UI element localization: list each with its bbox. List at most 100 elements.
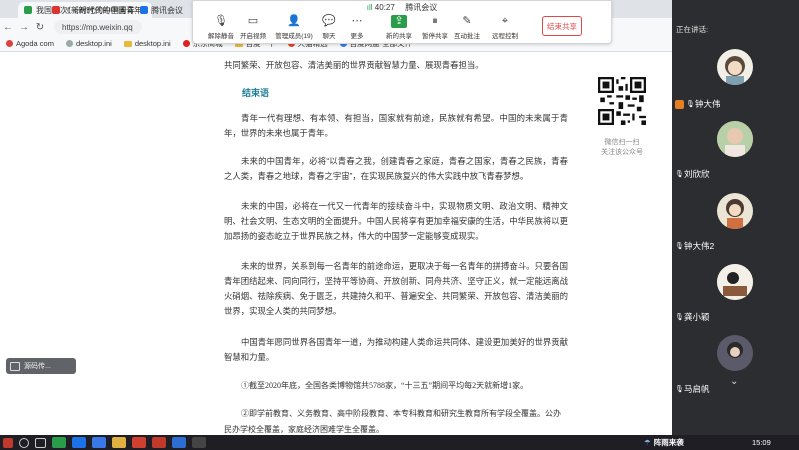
meeting-title-bar: ıll 40:27 腾讯会议 [193,2,611,13]
participant-name-text: 钟大伟 [695,99,721,109]
footnote: ①截至2020年底，全国各类博物馆共5788家，“十三五”期间平均每2天就新增1… [241,381,529,390]
weather-widget[interactable]: ☂ 阵雨来袭 [644,435,684,450]
app-icon[interactable] [152,437,166,448]
folder-icon[interactable] [112,437,126,448]
annotate-button[interactable]: ✎ 互动批注 [447,15,487,40]
back-icon[interactable]: ← [0,22,16,33]
clock[interactable]: 15:09 [752,435,771,450]
tool-label: 管理成员(19) [275,33,313,40]
bookmark-item[interactable]: desktop.ini [65,39,112,48]
signal-icon: ıll [366,3,373,12]
members-icon: 👤 [287,15,301,27]
tool-label: 聊天 [322,33,336,40]
meeting-icon [140,6,148,14]
paragraph: 未来的世界，关系到每一名青年的前途命运，更取决于每一名青年的拼搏奋斗。只要各国青… [224,261,568,316]
window-icon [10,361,20,371]
weather-icon: ☂ [644,438,651,447]
more-button[interactable]: ⋯ 更多 [337,15,377,40]
bookmark-label: Agoda com [16,39,54,48]
bookmark-label: desktop.ini [75,39,112,48]
tool-label: 更多 [350,33,364,40]
tool-label: 远程控制 [492,33,518,40]
end-share-button[interactable]: 结束共享 [542,16,582,36]
participant-name: 🎙 钟大伟2 [675,239,714,253]
participant-name: 🎙 龚小颖 [675,310,710,324]
mic-icon: 🎙 [675,170,684,178]
folder-icon [123,40,132,47]
tool-label: 新的共享 [386,33,412,40]
host-badge-icon [675,99,684,109]
bookmark-item[interactable]: Agoda com [6,39,54,48]
participant-name-text: 钟大伟2 [684,241,715,251]
tool-label: 互动批注 [454,33,480,40]
tool-label: 开启视频 [240,33,266,40]
weather-text: 阵雨来袭 [653,438,684,447]
remote-control-button[interactable]: ⌖ 远程控制 [485,15,525,40]
tab-meeting[interactable]: 腾讯会议 [140,2,190,18]
avatar[interactable] [717,335,753,371]
article-content: 共同繁荣、开放包容、清洁美丽的世界贡献智慧力量、展现青春担当。 结束语 青年一代… [0,53,672,435]
app-icon[interactable] [192,437,206,448]
task-view-icon[interactable] [35,437,46,448]
reload-icon[interactable]: ↻ [32,22,48,33]
participant-name: 🎙 刘欣欣 [675,167,710,181]
windows-taskbar: ☂ 阵雨来袭 15:09 [0,435,799,450]
annotate-icon: ✎ [462,15,472,27]
participant-name-text: 龚小颖 [684,312,710,322]
search-icon[interactable] [19,437,29,448]
avatar[interactable] [717,264,753,300]
mic-icon: 🎙 [675,242,684,250]
tool-label: 暂停共享 [422,33,448,40]
bookmark-item[interactable]: desktop.ini [123,39,171,48]
url-text: https://mp.weixin.qq [62,22,133,32]
avatar-image [717,264,753,300]
mic-icon: 🎙 [675,385,684,393]
meeting-toolbar: ıll 40:27 腾讯会议 🎙 解除静音 ▭ 开启视频 👤 管理成员(19) … [192,0,612,44]
wechat-icon[interactable] [52,437,66,448]
avatar[interactable] [717,193,753,229]
browser-icon[interactable] [92,437,106,448]
more-icon: ⋯ [351,15,363,27]
qr-card: 微信扫一扫 关注该公众号 [586,71,658,159]
wps-icon[interactable] [132,437,146,448]
tab-article-2[interactable]: 《新时代的中国青年》 [52,2,136,18]
chat-icon: 💬 [322,15,336,27]
participants-panel: 正在讲话: 🎙 钟大伟 🎙 刘欣欣 🎙 钟大伟2 🎙 龚小颖 ⌄ 🎙 马启帆 [672,0,799,435]
avatar[interactable] [717,49,753,85]
tab-label: 腾讯会议 [151,5,183,15]
qr-code-icon [598,77,646,125]
avatar-image [717,335,753,371]
participant-name-text: 马启帆 [684,384,710,394]
chevron-down-icon[interactable]: ⌄ [730,376,738,387]
floating-widget[interactable]: 源码传... [6,358,76,374]
site-icon [182,40,190,47]
meeting-app-icon[interactable] [72,437,86,448]
avatar-image [725,56,745,85]
start-icon[interactable] [3,437,13,448]
video-button[interactable]: ▭ 开启视频 [233,15,273,40]
section-heading: 结束语 [242,88,270,98]
forward-icon[interactable]: → [16,22,32,33]
meeting-app-name: 腾讯会议 [405,3,438,12]
avatar-image [717,121,753,157]
avatar-image [726,199,744,229]
tab-label: 《新时代的中国青年》 [63,5,136,15]
pdf-icon [52,6,60,14]
share-icon: ⇪ [391,15,407,28]
remote-control-icon: ⌖ [501,15,509,27]
new-share-button[interactable]: ⇪ 新的共享 [379,15,419,40]
participant-name: 🎙 马启帆 [675,382,710,396]
mic-icon: 🎙 [686,100,695,108]
footnote: ②即学前教育、义务教育、高中阶段教育、本专科教育和研究生教育所有学段全覆盖。公办… [224,409,561,434]
avatar[interactable] [717,121,753,157]
url-field[interactable]: https://mp.weixin.qq [54,20,142,34]
paragraph: 中国青年愿同世界各国青年一道，为推动构建人类命运共同体、建设更加美好的世界贡献智… [224,337,568,362]
paragraph: 未来的中国，必将在一代又一代青年的接续奋斗中，实现物质文明、政治文明、精神文明、… [224,201,568,241]
paragraph: 未来的中国青年，必将“以青春之我，创建青春之家庭，青春之国家，青春之民族，青春之… [224,156,568,181]
site-icon [6,40,13,47]
qr-caption: 微信扫一扫 [604,139,640,146]
participant-name-text: 刘欣欣 [684,169,710,179]
app-icon[interactable] [172,437,186,448]
intro-tail: 共同繁荣、开放包容、清洁美丽的世界贡献智慧力量、展现青春担当。 [224,60,484,70]
wechat-icon [24,6,32,14]
